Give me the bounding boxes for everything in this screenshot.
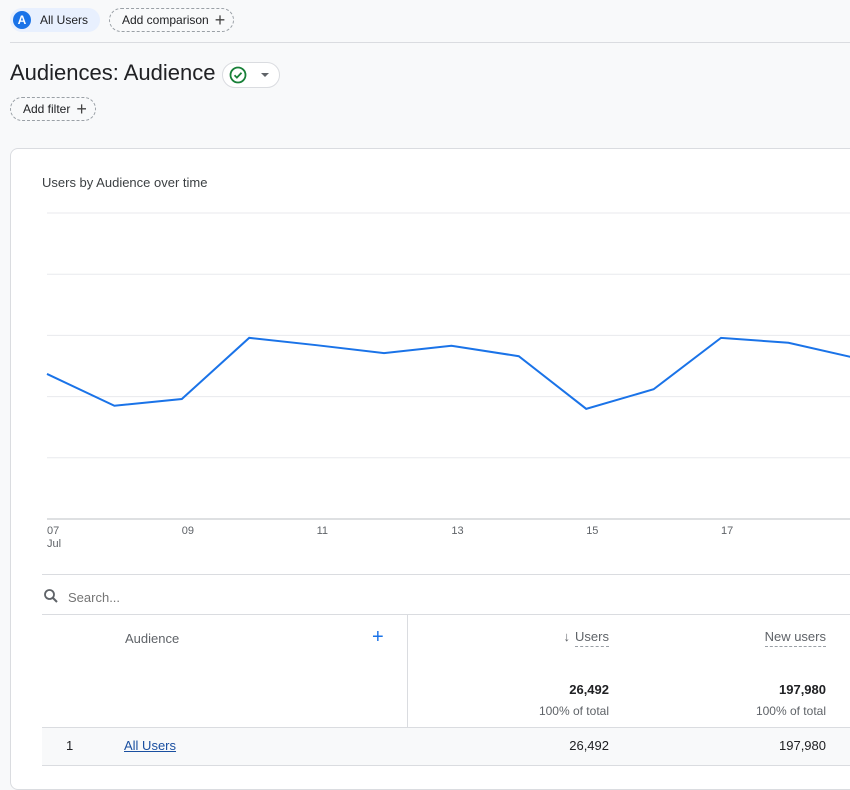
x-tick-label: 11 <box>317 525 328 537</box>
add-filter-button[interactable]: Add filter + <box>10 97 96 121</box>
total-new-users: 197,980 <box>779 682 826 697</box>
add-comparison-button[interactable]: Add comparison + <box>109 8 235 32</box>
page-title: Audiences: Audience <box>10 60 216 85</box>
search-icon <box>44 589 58 603</box>
add-filter-label: Add filter <box>23 102 71 116</box>
segment-chip-all-users[interactable]: A All Users <box>10 8 101 32</box>
divider <box>42 614 850 615</box>
divider <box>10 42 850 43</box>
chart-title: Users by Audience over time <box>42 175 208 190</box>
users-header-label: Users <box>575 629 609 647</box>
search-input[interactable] <box>66 586 370 608</box>
total-users-pct: 100% of total <box>538 704 609 718</box>
sort-arrow-down-icon: ↓ <box>563 629 571 644</box>
add-comparison-label: Add comparison <box>122 13 209 27</box>
check-circle-icon <box>229 66 247 84</box>
status-dropdown[interactable] <box>222 62 280 88</box>
x-tick-label: 15 <box>586 525 598 537</box>
line-chart: 07Jul 09 11 13 15 17 <box>46 212 850 550</box>
divider <box>42 574 850 575</box>
column-header-users[interactable]: ↓ Users <box>563 629 609 647</box>
plus-icon: + <box>214 10 226 30</box>
total-users: 26,492 <box>569 682 609 697</box>
table-row: 1 All Users 26,492 197,980 <box>42 727 850 766</box>
column-header-new-users[interactable]: New users <box>764 629 826 647</box>
column-header-audience[interactable]: Audience <box>125 631 179 646</box>
row-new-users: 197,980 <box>779 738 826 753</box>
total-new-users-pct: 100% of total <box>755 704 826 718</box>
x-tick-label: 09 <box>182 525 194 537</box>
row-rank: 1 <box>66 738 74 753</box>
new-users-header-label: New users <box>764 629 826 647</box>
x-tick-label: 07 <box>47 525 59 537</box>
x-tick-label: 13 <box>451 525 463 537</box>
audience-link[interactable]: All Users <box>124 738 176 753</box>
x-tick-sublabel: Jul <box>47 538 61 550</box>
plus-icon: + <box>76 99 87 119</box>
segment-avatar: A <box>13 11 31 29</box>
row-users: 26,492 <box>569 738 609 753</box>
add-dimension-plus-icon[interactable]: + <box>372 626 384 649</box>
caret-down-icon <box>261 73 269 77</box>
segment-label: All Users <box>40 13 89 27</box>
series-line <box>46 336 850 410</box>
x-tick-label: 17 <box>721 525 733 537</box>
